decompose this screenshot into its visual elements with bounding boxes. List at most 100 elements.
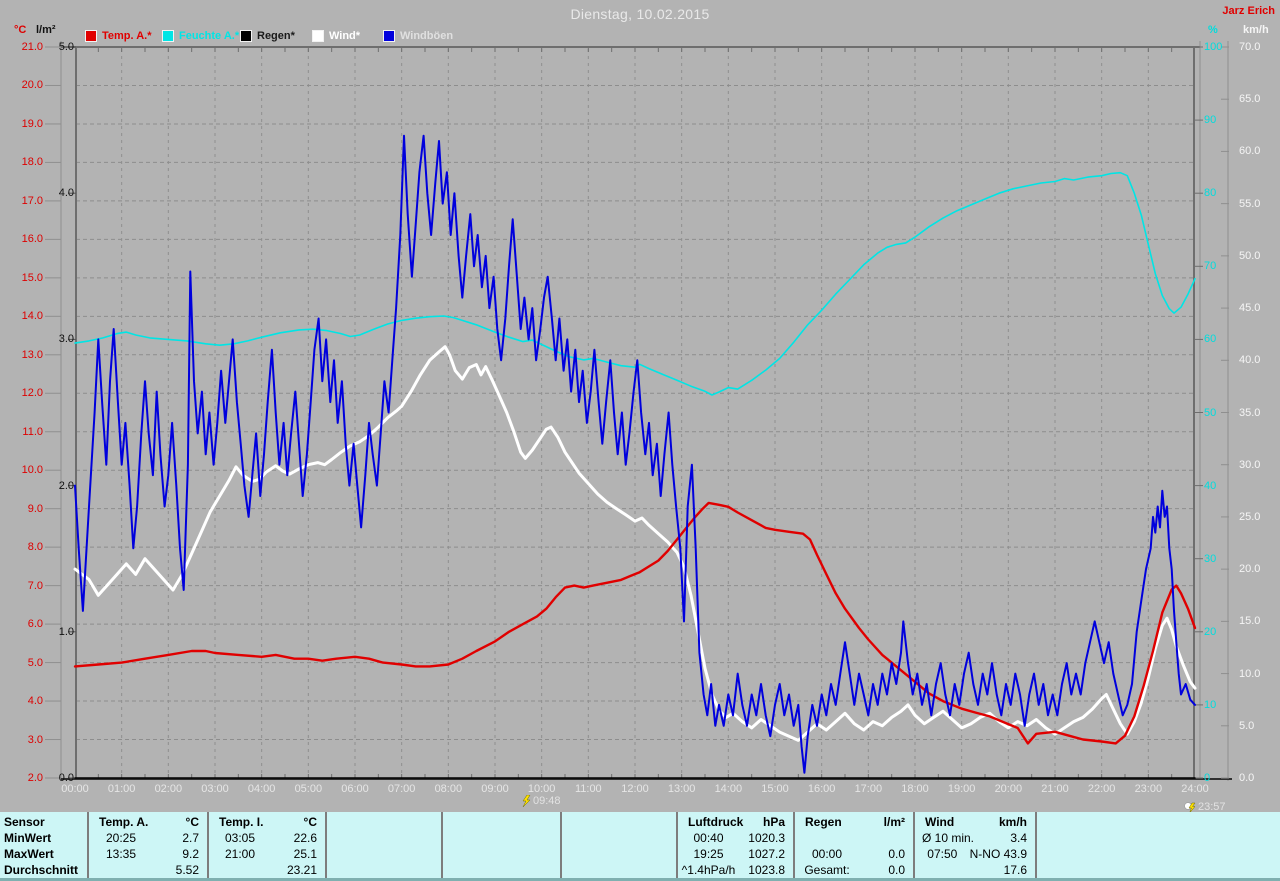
legend-swatch-icon <box>162 30 174 42</box>
tick-label: 90 <box>1204 114 1217 127</box>
tick-label: 30 <box>1204 552 1217 565</box>
legend-swatch-icon <box>85 30 97 42</box>
tick-label: 18:00 <box>901 783 929 795</box>
tick-label: 3.0 <box>58 333 74 346</box>
cell-value <box>622 830 676 846</box>
tick-label: 100 <box>1204 41 1223 53</box>
cell-value: 25.1 <box>293 847 317 861</box>
col-unit: l/m² <box>883 815 905 829</box>
col-unit: km/h <box>998 815 1027 829</box>
cell-time <box>209 862 271 878</box>
tick-label: 9.0 <box>27 502 43 515</box>
cell-time: 00:00 <box>811 847 843 861</box>
cell-value: 0.0 <box>888 863 905 877</box>
col-unit <box>433 814 441 830</box>
tick-label: 22:00 <box>1087 783 1116 795</box>
legend-label: Temp. A.* <box>102 30 152 42</box>
table-filler <box>1035 812 1280 878</box>
time-marker-0948: 09:48 <box>522 795 561 808</box>
cell-time: 21:00 <box>224 847 256 861</box>
table-col-tempa: Temp. A. °C 20:25 2.7 13:35 9.2 5.52 <box>87 812 207 878</box>
legend-label: Windböen <box>400 30 454 42</box>
tick-label: 35.0 <box>1239 406 1261 419</box>
cell-time <box>915 862 981 878</box>
tick-label: 24:00 <box>1181 783 1209 795</box>
cell-time <box>443 830 506 846</box>
tick-label: 1.0 <box>58 625 74 638</box>
tick-label: 30.0 <box>1239 458 1261 471</box>
tick-label: 60.0 <box>1239 145 1261 158</box>
tick-label: 60 <box>1204 333 1217 346</box>
tick-label: 06:00 <box>341 783 369 795</box>
cell-time <box>562 830 622 846</box>
tick-label: 03:00 <box>201 783 229 795</box>
tick-label: 14.0 <box>21 310 43 323</box>
cell-time: Gesamt: <box>804 863 850 877</box>
tick-label: 5.0 <box>58 41 74 53</box>
cell-value <box>622 862 676 878</box>
tick-label: 80 <box>1204 187 1217 200</box>
cell-value: 3.4 <box>1010 831 1027 845</box>
tick-label: 40.0 <box>1239 354 1261 367</box>
cell-value: 17.6 <box>1003 863 1027 877</box>
tick-label: 20:00 <box>994 783 1023 795</box>
cell-value: 22.6 <box>293 831 317 845</box>
tick-label: 17:00 <box>854 783 883 795</box>
cell-time <box>443 846 506 862</box>
tick-label: 19:00 <box>947 783 976 795</box>
cell-time <box>327 830 387 846</box>
legend-item-1: Feuchte A.* <box>162 30 239 42</box>
cell-value <box>506 830 560 846</box>
tick-label: 6.0 <box>27 618 43 631</box>
legend-swatch-icon <box>312 30 324 42</box>
col-header <box>562 814 572 830</box>
tick-label: 09:00 <box>481 783 509 795</box>
legend-label: Wind* <box>329 30 361 42</box>
cell-time: 20:25 <box>105 831 137 845</box>
tick-label: 08:00 <box>434 783 463 795</box>
tick-label: 05:00 <box>294 783 323 795</box>
legend-item-2: Regen* <box>240 30 295 42</box>
tick-label: 10.0 <box>1239 667 1261 680</box>
cell-value: N-NO 43.9 <box>969 847 1027 861</box>
cell-value <box>859 830 913 846</box>
cell-time: 13:35 <box>105 847 137 861</box>
cell-value <box>506 846 560 862</box>
tick-label: 40 <box>1204 479 1217 492</box>
table-col-empty <box>560 812 676 878</box>
tick-label: 15.0 <box>21 271 43 284</box>
col-header: Luftdruck <box>688 815 744 829</box>
legend-item-3: Wind* <box>312 30 360 42</box>
cell-time: 19:25 <box>693 847 724 861</box>
tick-label: 8.0 <box>27 541 43 554</box>
legend-item-0: Temp. A.* <box>85 30 152 42</box>
cell-time <box>89 862 153 878</box>
col-header: Temp. I. <box>219 815 264 829</box>
tick-label: 7.0 <box>27 579 43 592</box>
marker-label: 09:48 <box>533 795 561 807</box>
tick-label: 20 <box>1204 625 1217 638</box>
tick-label: 4.0 <box>58 187 74 200</box>
tick-label: 25.0 <box>1239 510 1261 523</box>
sun-bolt-icon <box>522 795 531 808</box>
tick-label: 14:00 <box>714 783 743 795</box>
cell-time: 03:05 <box>224 831 256 845</box>
col-unit: °C <box>303 815 317 829</box>
info-table: Sensor MinWert MaxWert Durchschnitt Temp. A.… <box>0 812 1280 881</box>
cell-time <box>562 862 622 878</box>
cell-value <box>622 846 676 862</box>
tick-label: 20.0 <box>1239 563 1261 576</box>
col-header: Temp. A. <box>99 815 149 829</box>
tick-label: 2.0 <box>27 772 43 784</box>
tick-label: 15.0 <box>1239 615 1261 628</box>
tick-label: 11.0 <box>22 425 43 438</box>
cell-value <box>506 862 560 878</box>
table-col-empty <box>441 812 560 878</box>
cell-value: 1027.2 <box>748 847 785 861</box>
legend-label: Feuchte A.* <box>179 30 240 42</box>
cell-value: 9.2 <box>182 847 199 861</box>
cell-time: ^1.4hPa/h <box>681 863 736 877</box>
cell-value <box>387 862 441 878</box>
cell-time: 07:50 <box>927 847 958 861</box>
tick-label: 50.0 <box>1239 249 1261 262</box>
